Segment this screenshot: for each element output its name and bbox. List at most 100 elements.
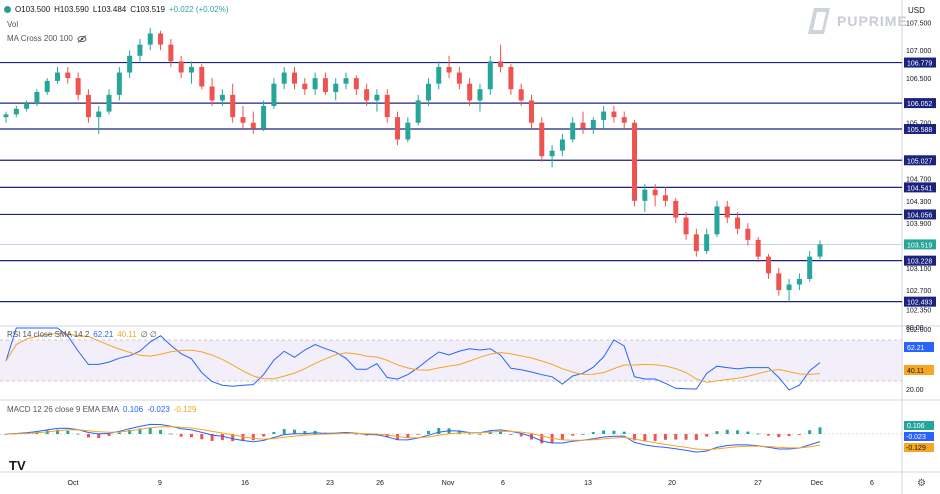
macd-hist-bar: [653, 434, 657, 441]
price-tick-5: 104.300: [906, 199, 931, 206]
candle-body: [755, 239, 761, 257]
time-tick-9: 27: [754, 480, 762, 487]
candle-body: [487, 61, 493, 90]
time-tick-6: 6: [501, 480, 505, 487]
rsi-value: 62.21: [93, 330, 114, 339]
eye-crossed-icon[interactable]: [77, 34, 87, 43]
macd-hist-bar: [663, 434, 667, 440]
macd-hist-bar: [612, 430, 616, 434]
candle-body: [147, 33, 153, 45]
macd-legend[interactable]: MACD 12 26 close 9 EMA EMA 0.106 -0.023 …: [7, 405, 196, 414]
macd-hist-bar: [86, 434, 90, 438]
candle-body: [168, 44, 174, 62]
rsi-title: RSI 14 close SMA 14 2: [7, 330, 90, 339]
brand-name: PUPRIME: [837, 13, 908, 29]
macd-hist-bar: [643, 434, 647, 442]
level-tag-text-6: 103.228: [907, 259, 932, 266]
level-tag-text-7: 102.493: [907, 300, 932, 307]
time-tick-7: 13: [584, 480, 592, 487]
macd-hist-bar: [148, 427, 152, 434]
candle-body: [662, 195, 668, 201]
candle-body: [673, 200, 679, 218]
candle-body: [230, 94, 236, 118]
level-tag-text-2: 105.588: [907, 127, 932, 134]
price-tick-1: 107.000: [906, 48, 931, 55]
macd-hist-bar: [478, 433, 482, 435]
candle-body: [188, 66, 194, 73]
macd-hist-bar: [684, 434, 688, 440]
candle-body: [312, 78, 318, 90]
macd-hist-bar: [97, 434, 101, 439]
macd-value: 0.106: [123, 405, 144, 414]
price-tick-7: 103.100: [906, 266, 931, 273]
rsi-tag-2-text: 40.11: [907, 368, 924, 375]
candle-body: [735, 217, 741, 229]
macd-tag-3-text: -0.129: [906, 445, 926, 452]
candle-body: [745, 228, 751, 240]
volume-label[interactable]: Vol: [7, 20, 18, 29]
rsi-legend[interactable]: RSI 14 close SMA 14 2 62.21 40.11 ∅ ∅: [7, 330, 157, 339]
time-tick-2: 16: [241, 480, 249, 487]
macd-hist-bar: [200, 434, 204, 440]
candle-body: [467, 83, 473, 101]
symbol-status-icon: [4, 6, 11, 13]
candle-body: [652, 189, 658, 196]
macd-hist-bar: [251, 434, 255, 441]
candle-body: [704, 234, 710, 252]
price-tick-8: 102.700: [906, 288, 931, 295]
candle-body: [209, 86, 215, 101]
candle-body: [219, 94, 225, 101]
close-value: C103.519: [130, 5, 165, 14]
candle-body: [75, 78, 81, 95]
candle-body: [158, 33, 164, 45]
time-tick-3: 23: [326, 480, 334, 487]
macd-signal-value: -0.023: [147, 405, 170, 414]
candle-body: [3, 114, 9, 118]
candle-body: [683, 217, 689, 235]
grid: [0, 0, 940, 494]
macd-hist-bar: [756, 433, 760, 435]
candle-body: [590, 119, 596, 129]
ma-cross-legend[interactable]: MA Cross 200 100: [7, 34, 87, 43]
candle-body: [24, 103, 30, 109]
gear-icon[interactable]: ⚙: [917, 478, 926, 489]
candle-body: [446, 66, 452, 73]
time-tick-10: Dec: [811, 480, 824, 487]
candle-body: [601, 111, 607, 120]
candle-body: [765, 256, 771, 274]
candle-body: [580, 122, 586, 129]
level-tag-text-3: 105.027: [907, 158, 932, 165]
candle-body: [724, 206, 730, 218]
candle-body: [642, 189, 648, 201]
level-tag-text-0: 106.779: [907, 61, 932, 68]
candle-body: [353, 78, 359, 90]
macd-hist-bar: [282, 429, 286, 434]
candle-body: [199, 66, 205, 87]
candle-body: [96, 111, 102, 118]
current-price-tag: 103.519: [904, 239, 936, 250]
candle-body: [292, 72, 298, 84]
macd-hist-bar: [426, 430, 430, 434]
currency-label[interactable]: USD: [908, 6, 925, 15]
candle-body: [44, 80, 50, 93]
macd-hist-bar: [571, 434, 575, 436]
candle-body: [786, 284, 792, 291]
candle-body: [395, 117, 401, 140]
macd-hist-bar: [674, 434, 678, 440]
price-tick-2: 106.500: [906, 76, 931, 83]
candle-body: [456, 72, 462, 84]
candle-body: [137, 44, 143, 56]
level-tag-text-4: 104.541: [907, 185, 932, 192]
macd-hist-value: -0.129: [173, 405, 197, 414]
candle-body: [55, 72, 61, 81]
candle-body: [85, 94, 91, 118]
price-chart[interactable]: 107.500107.000106.500105.700104.700104.3…: [0, 0, 940, 494]
candle-body: [549, 150, 555, 157]
candle-body: [333, 83, 339, 93]
rsi-tag-1-text: 62.21: [907, 345, 925, 352]
change-value: +0.022 (+0.02%): [168, 5, 229, 14]
macd-title: MACD 12 26 close 9 EMA EMA: [7, 405, 120, 414]
macd-hist-bar: [262, 434, 266, 437]
candle-body: [240, 117, 246, 123]
price-tick-9: 102.350: [906, 308, 931, 315]
